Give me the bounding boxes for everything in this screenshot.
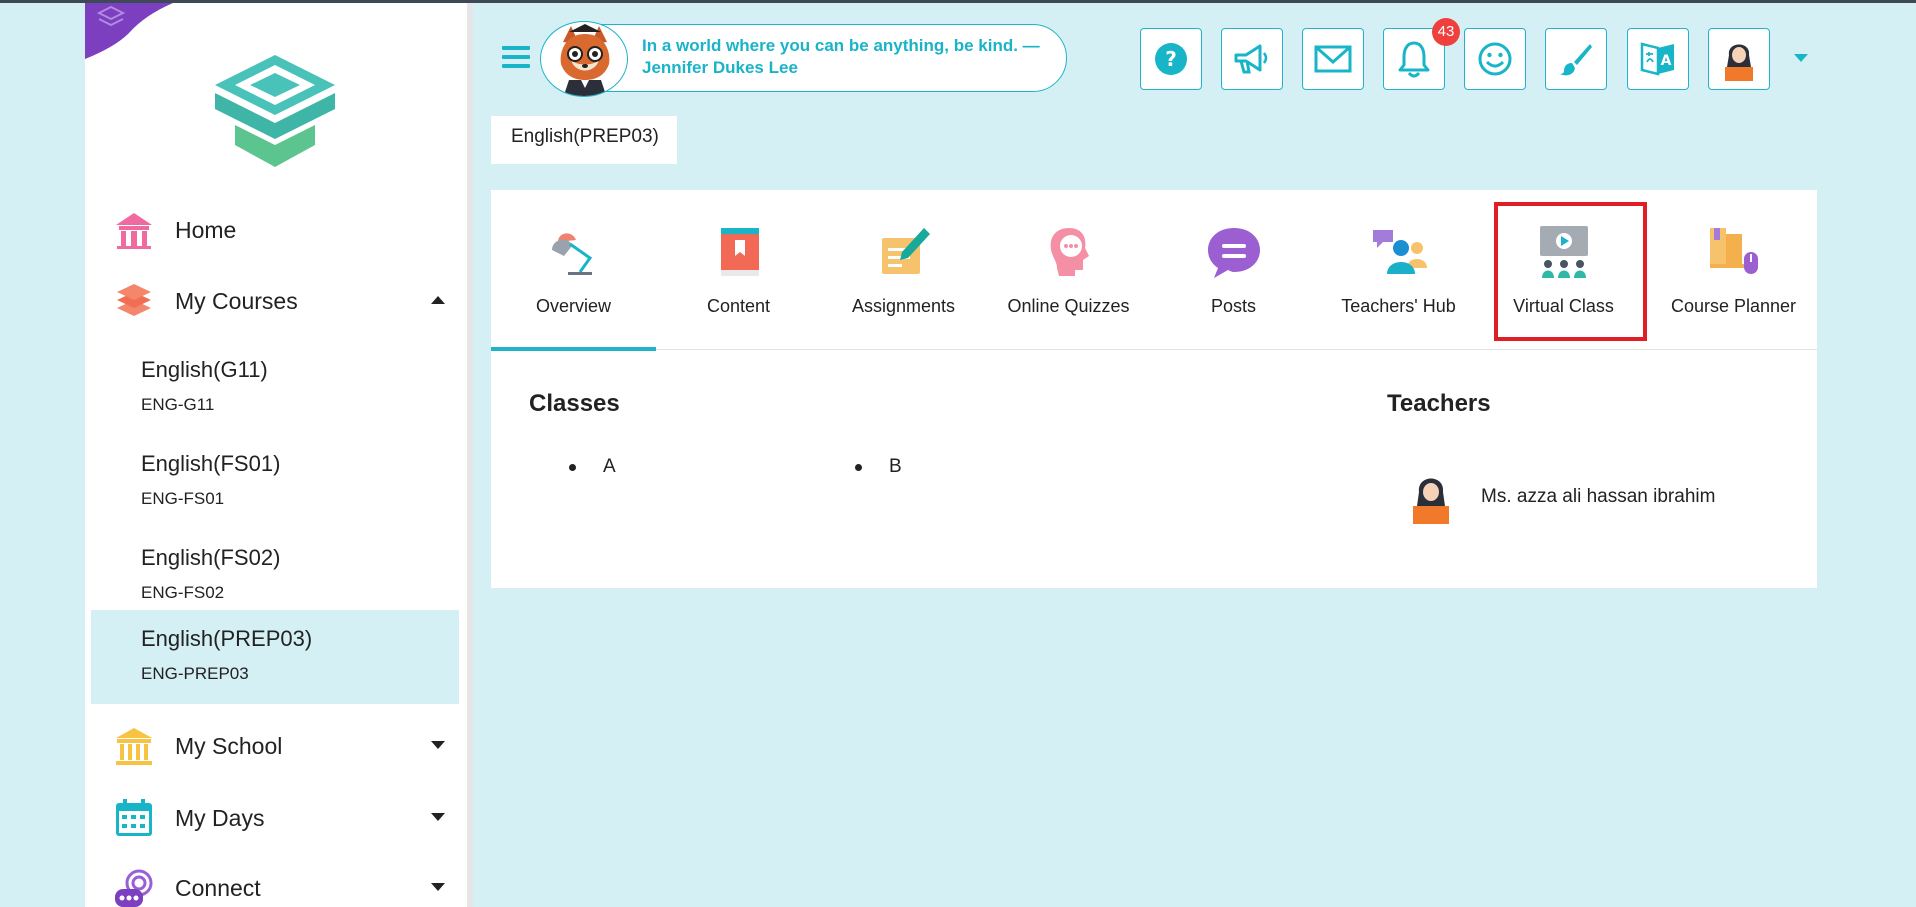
sidebar-item-my-courses[interactable]: My Courses — [85, 268, 467, 330]
thinking-head-icon — [1050, 228, 1089, 276]
daily-quote-banner: In a world where you can be anything, be… — [540, 21, 1067, 97]
chevron-down-icon[interactable] — [1794, 54, 1808, 62]
bell-icon — [1398, 41, 1430, 78]
class-item[interactable]: A — [569, 456, 616, 478]
course-card: Overview Content Assignments Online Quiz… — [491, 190, 1817, 588]
tab-posts[interactable]: Posts — [1151, 190, 1316, 350]
course-name: English(FS02) — [141, 545, 281, 570]
tab-course-planner[interactable]: Course Planner — [1651, 190, 1816, 350]
course-name: English(FS01) — [141, 451, 281, 476]
tab-overview[interactable]: Overview — [491, 190, 656, 351]
help-icon: ? — [1155, 43, 1187, 75]
course-item-active[interactable]: English(PREP03) ENG-PREP03 — [91, 610, 459, 704]
tab-content[interactable]: Content — [656, 190, 821, 350]
course-item[interactable]: English(FS01) ENG-FS01 — [91, 435, 459, 529]
calendar-icon — [116, 799, 152, 836]
planner-books-icon — [1709, 228, 1758, 274]
teacher-avatar-icon — [1413, 478, 1449, 524]
sidebar-item-my-days[interactable]: My Days — [85, 785, 467, 847]
tab-label: Overview — [535, 296, 611, 316]
quote-text: In a world where you can be anything, be… — [642, 36, 1040, 77]
corner-ribbon-icon — [85, 3, 173, 59]
tab-assignments[interactable]: Assignments — [821, 190, 986, 350]
fox-mascot-icon — [540, 21, 628, 97]
sidebar-scrollbar[interactable] — [467, 3, 473, 907]
teachers-group-icon — [1372, 230, 1427, 274]
announcements-button[interactable] — [1221, 28, 1283, 90]
stacked-books-icon — [117, 284, 151, 316]
sidebar-item-label: Home — [175, 217, 237, 243]
help-button[interactable]: ? — [1140, 28, 1202, 90]
svg-text:?: ? — [1165, 47, 1177, 71]
course-code: ENG-G11 — [141, 395, 215, 414]
course-code: ENG-FS01 — [141, 489, 225, 508]
sidebar-item-my-school[interactable]: My School — [85, 713, 467, 775]
class-item[interactable]: B — [855, 456, 902, 478]
speech-bubble-icon — [1207, 228, 1260, 278]
teachers-heading: Teachers — [1387, 390, 1491, 417]
hamburger-icon — [502, 46, 530, 50]
brush-icon — [1560, 44, 1592, 76]
course-name: English(G11) — [141, 357, 268, 382]
chevron-down-icon[interactable] — [431, 741, 445, 749]
megaphone-icon — [1234, 44, 1268, 74]
tab-teachers-hub[interactable]: Teachers' Hub — [1316, 190, 1481, 350]
school-logo-icon — [215, 55, 335, 167]
home-icon — [116, 213, 152, 249]
profile-button[interactable] — [1708, 28, 1770, 90]
course-tabs: Overview Content Assignments Online Quiz… — [491, 190, 1817, 351]
tab-online-quizzes[interactable]: Online Quizzes — [986, 190, 1151, 350]
smiley-icon — [1478, 42, 1512, 76]
sidebar-item-connect[interactable]: Connect — [85, 855, 467, 907]
sidebar-item-label: My School — [175, 733, 283, 759]
school-building-icon — [116, 728, 152, 765]
menu-toggle-button[interactable] — [502, 46, 530, 70]
sidebar-item-label: Connect — [175, 875, 261, 901]
mood-button[interactable] — [1464, 28, 1526, 90]
desk-lamp-icon — [551, 233, 592, 275]
tab-label: Teachers' Hub — [1341, 296, 1456, 316]
theme-button[interactable] — [1545, 28, 1607, 90]
notification-count-badge: 43 — [1432, 18, 1460, 46]
tab-label: Online Quizzes — [1007, 296, 1130, 316]
book-icon — [720, 228, 759, 276]
svg-text:A: A — [1661, 53, 1672, 69]
mail-icon — [1314, 45, 1352, 73]
translate-icon: A — [1640, 42, 1674, 76]
course-name: English(PREP03) — [141, 626, 313, 651]
teacher-name[interactable]: Ms. azza ali hassan ibrahim — [1481, 486, 1715, 508]
course-code: ENG-PREP03 — [141, 664, 249, 683]
course-item[interactable]: English(G11) ENG-G11 — [91, 341, 459, 435]
course-code: ENG-FS02 — [141, 583, 225, 602]
classes-heading: Classes — [529, 390, 620, 417]
chevron-up-icon[interactable] — [431, 296, 445, 304]
language-button[interactable]: A — [1627, 28, 1689, 90]
tab-label: Assignments — [851, 296, 956, 316]
assignment-pen-icon — [881, 228, 930, 274]
sidebar-item-label: My Days — [175, 805, 265, 831]
sidebar-item-home[interactable]: Home — [85, 197, 467, 259]
messages-button[interactable] — [1302, 28, 1364, 90]
sidebar: Home My Courses English(G11) ENG-G11 Eng… — [85, 3, 467, 907]
tab-label: Course Planner — [1670, 296, 1797, 316]
sidebar-item-label: My Courses — [175, 288, 298, 314]
chevron-down-icon[interactable] — [431, 883, 445, 891]
course-item[interactable]: English(FS02) ENG-FS02 — [91, 529, 459, 623]
selection-highlight-box — [1494, 202, 1647, 341]
chat-signal-icon — [115, 869, 153, 907]
tab-label: Posts — [1210, 296, 1257, 316]
tab-label: Content — [706, 296, 771, 316]
profile-avatar-icon — [1725, 44, 1753, 81]
chevron-down-icon[interactable] — [431, 813, 445, 821]
breadcrumb: English(PREP03) — [491, 116, 677, 164]
